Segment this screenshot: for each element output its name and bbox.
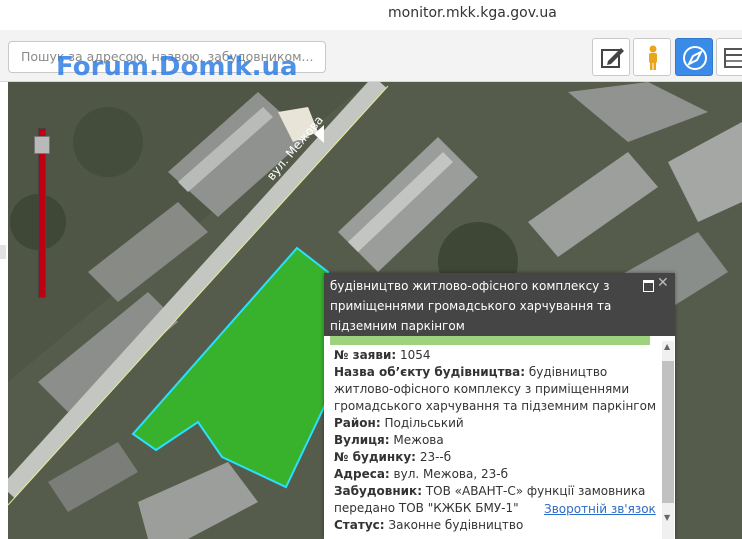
- scroll-up-icon[interactable]: ▲: [664, 342, 670, 351]
- browser-address-bar: monitor.mkk.kga.gov.ua: [0, 0, 742, 30]
- field-building-number: № будинку: 23--б: [334, 450, 452, 464]
- popup-pointer: [314, 125, 324, 143]
- street-view-button[interactable]: [633, 38, 671, 76]
- edit-icon: [601, 48, 624, 68]
- field-status: Статус: Законне будівництво: [334, 518, 524, 532]
- zoom-slider-handle[interactable]: [34, 136, 50, 154]
- popup-scrollbar-thumb[interactable]: [662, 361, 674, 503]
- maximize-icon[interactable]: [643, 280, 654, 292]
- watermark: Forum.Domik.ua: [56, 52, 298, 82]
- side-panel-handle[interactable]: [0, 245, 6, 259]
- table-button[interactable]: [716, 38, 742, 76]
- field-application-number: № заяви: 1054: [334, 348, 431, 362]
- feedback-link[interactable]: Зворотній зв'язок: [544, 502, 656, 516]
- popup-title: будівництво житлово-офісного комплексу з…: [324, 273, 675, 336]
- field-district: Район: Подільський: [334, 416, 464, 430]
- field-object-name: Назва об’єкту будівництва: будівництво ж…: [334, 365, 657, 413]
- scroll-down-icon[interactable]: ▼: [664, 513, 670, 522]
- close-icon[interactable]: ✕: [657, 275, 669, 291]
- compass-button[interactable]: [675, 38, 713, 76]
- map-toolbar: Пошук за адресою, назвою, забудовником..…: [0, 30, 742, 94]
- edit-button[interactable]: [592, 38, 630, 76]
- field-address: Адреса: вул. Межова, 23-б: [334, 467, 508, 481]
- person-icon: [649, 45, 657, 70]
- info-popup: будівництво житлово-офісного комплексу з…: [324, 273, 675, 539]
- page-url[interactable]: monitor.mkk.kga.gov.ua: [388, 5, 557, 21]
- compass-icon: [683, 46, 707, 70]
- field-street: Вулиця: Межова: [334, 433, 444, 447]
- status-color-bar: [330, 336, 650, 345]
- table-icon: [724, 48, 742, 68]
